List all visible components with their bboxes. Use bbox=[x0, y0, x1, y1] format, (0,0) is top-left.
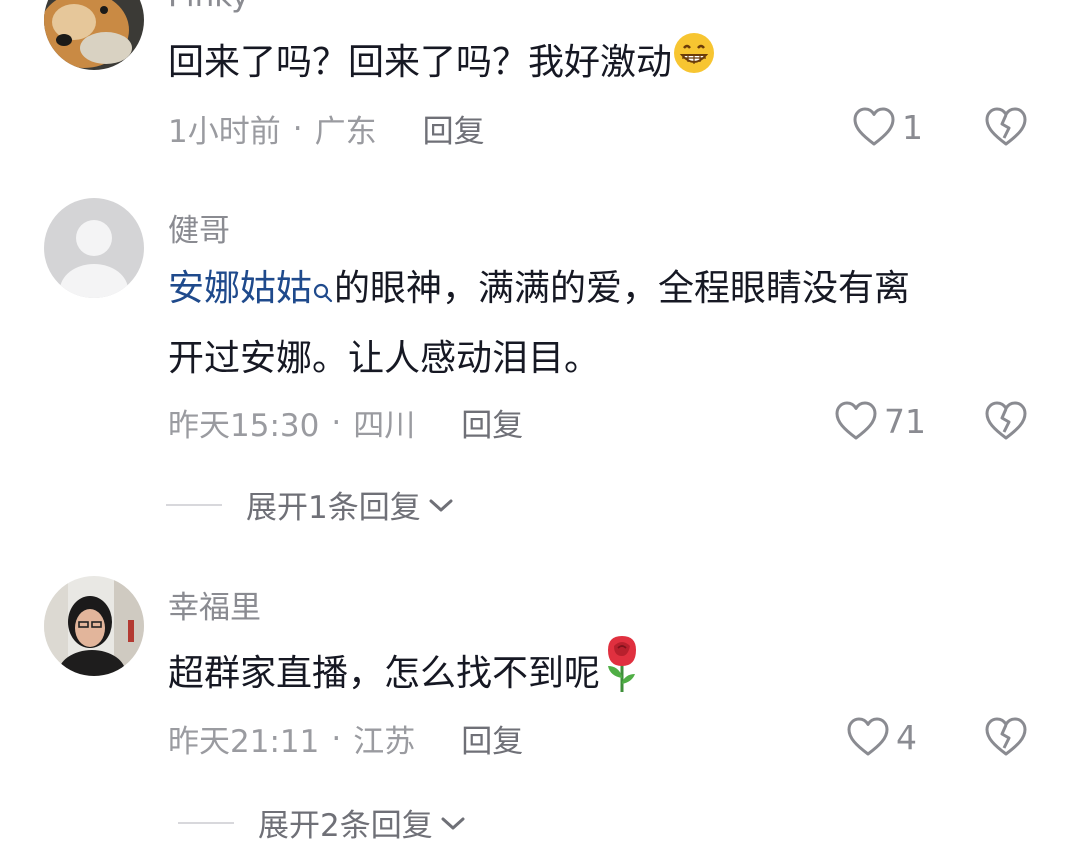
dislike-button[interactable] bbox=[984, 716, 1028, 762]
avatar[interactable] bbox=[44, 576, 144, 676]
like-count: 4 bbox=[896, 717, 917, 757]
comment-time: 昨天15:30 bbox=[168, 408, 320, 444]
like-count: 71 bbox=[884, 401, 926, 441]
reply-button[interactable]: 回复 bbox=[461, 400, 523, 445]
meta-separator: · bbox=[331, 720, 342, 757]
comment-text: 安娜姑姑 的眼神，满满的爱，全程眼睛没有离 开过安娜。让人感动泪目。 bbox=[168, 256, 1038, 392]
meta-separator: · bbox=[331, 404, 342, 441]
comment-time: 昨天21:11 bbox=[168, 724, 320, 760]
broken-heart-icon bbox=[984, 717, 1028, 762]
broken-heart-icon bbox=[984, 401, 1028, 446]
heart-outline-icon bbox=[852, 106, 896, 148]
heart-outline-icon bbox=[834, 400, 878, 442]
comment-text-line1: 的眼神，满满的爱，全程眼睛没有离 bbox=[334, 268, 911, 309]
rose-icon bbox=[600, 634, 644, 716]
expand-divider bbox=[178, 821, 234, 824]
comment-text: 超群家直播，怎么找不到呢 bbox=[168, 634, 1038, 716]
comment-meta: 1小时前 · 广东 回复 bbox=[168, 106, 485, 151]
meta-separator: · bbox=[292, 110, 303, 147]
comment-text-content: 回来了吗？回来了吗？我好激动 bbox=[168, 42, 673, 83]
avatar[interactable] bbox=[44, 198, 144, 298]
grinning-face-icon bbox=[672, 31, 716, 97]
comment-location: 广东 bbox=[314, 114, 377, 150]
comment-text: 回来了吗？回来了吗？我好激动 bbox=[168, 30, 1038, 97]
comment-text-content: 超群家直播，怎么找不到呢 bbox=[168, 653, 601, 694]
dislike-button[interactable] bbox=[984, 400, 1028, 446]
avatar[interactable] bbox=[44, 0, 144, 70]
like-button[interactable]: 1 bbox=[852, 106, 923, 148]
reply-button[interactable]: 回复 bbox=[423, 106, 485, 151]
comment-username[interactable]: Pinky bbox=[168, 0, 249, 14]
comment-time: 1小时前 bbox=[168, 114, 281, 150]
comment-username[interactable]: 幸福里 bbox=[168, 582, 261, 627]
like-count: 1 bbox=[902, 107, 923, 147]
mention-link[interactable]: 安娜姑姑 bbox=[168, 268, 312, 309]
broken-heart-icon bbox=[984, 107, 1028, 152]
expand-divider bbox=[166, 503, 222, 506]
dislike-button[interactable] bbox=[984, 106, 1028, 152]
comment-meta: 昨天21:11 · 江苏 回复 bbox=[168, 716, 523, 761]
like-button[interactable]: 71 bbox=[834, 400, 926, 442]
like-button[interactable]: 4 bbox=[846, 716, 917, 758]
expand-replies-button[interactable]: 展开2条回复 bbox=[178, 800, 467, 845]
comment-location: 江苏 bbox=[353, 724, 416, 760]
comment-text-line2: 开过安娜。让人感动泪目。 bbox=[168, 338, 601, 379]
comment-username[interactable]: 健哥 bbox=[168, 205, 230, 250]
reply-button[interactable]: 回复 bbox=[461, 716, 523, 761]
heart-outline-icon bbox=[846, 716, 890, 758]
comment-meta: 昨天15:30 · 四川 回复 bbox=[168, 400, 523, 445]
chevron-down-icon bbox=[439, 805, 467, 841]
comment-location: 四川 bbox=[353, 408, 416, 444]
search-icon[interactable] bbox=[312, 260, 334, 326]
chevron-down-icon bbox=[427, 487, 455, 523]
expand-replies-label: 展开2条回复 bbox=[258, 808, 433, 844]
expand-replies-label: 展开1条回复 bbox=[246, 490, 421, 526]
expand-replies-button[interactable]: 展开1条回复 bbox=[166, 482, 455, 527]
